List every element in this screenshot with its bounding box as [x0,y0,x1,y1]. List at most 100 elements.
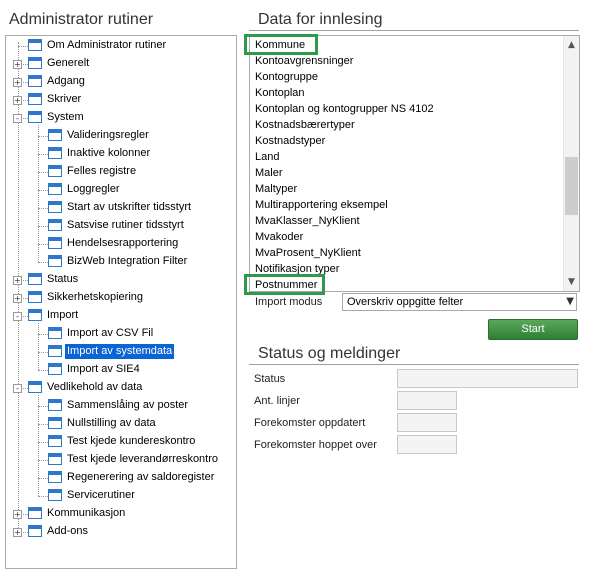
data-list-item[interactable]: Kostnadsbærertyper [255,117,355,133]
tree-item-inaktive-kolonner[interactable]: Inaktive kolonner [6,145,236,163]
window-icon [48,237,62,249]
tree-item-loggregler[interactable]: Loggregler [6,181,236,199]
tree-item-adgang[interactable]: + Adgang [6,73,236,91]
expand-icon[interactable]: + [13,510,22,519]
scroll-up-arrow-icon[interactable]: ▲ [564,38,579,52]
tree-item-import-av-sie4[interactable]: Import av SIE4 [6,361,236,379]
tree-item-label: Status [47,273,79,285]
scroll-down-arrow-icon[interactable]: ▼ [564,275,579,289]
data-list-item[interactable]: Maltyper [255,181,297,197]
expand-icon[interactable]: + [13,276,22,285]
window-icon [48,219,62,231]
data-list-item[interactable]: Kontogruppe [255,69,318,85]
data-list-item[interactable]: Kontoplan og kontogrupper NS 4102 [255,101,434,117]
list-scrollbar[interactable]: ▲ ▼ [563,36,579,291]
admin-tree[interactable]: Om Administrator rutiner + Generelt + Adgang… [5,35,237,569]
data-list-item[interactable]: MvaProsent_NyKlient [255,245,361,261]
data-list-item[interactable]: Kontoplan [255,85,305,101]
window-icon [28,273,42,285]
collapse-icon[interactable]: - [13,384,22,393]
tree-item-servicerutiner[interactable]: Servicerutiner [6,487,236,505]
expand-icon[interactable]: + [13,96,22,105]
tree-item-kommunikasjon[interactable]: + Kommunikasjon [6,505,236,523]
tree-item-system[interactable]: - System [6,109,236,127]
data-list-item[interactable]: Kontoavgrensninger [255,53,353,69]
tree-item-import[interactable]: - Import [6,307,236,325]
tree-connector-line [38,370,48,371]
scroll-thumb[interactable] [565,157,578,215]
window-icon [28,291,42,303]
tree-item-generelt[interactable]: + Generelt [6,55,236,73]
window-icon [48,417,62,429]
expand-icon[interactable]: + [13,78,22,87]
data-list-item[interactable]: Mvakoder [255,229,303,245]
tree-item-skriver[interactable]: + Skriver [6,91,236,109]
window-icon [48,489,62,501]
tree-item-sammenslåing-av-poster[interactable]: Sammenslåing av poster [6,397,236,415]
window-icon [48,147,62,159]
collapse-icon[interactable]: - [13,312,22,321]
tree-item-status[interactable]: + Status [6,271,236,289]
tree-item-import-av-systemdata[interactable]: Import av systemdata [6,343,236,361]
window-icon [48,129,62,141]
tree-connector-line [38,424,48,425]
tree-item-satsvise-rutiner-tidsstyrt[interactable]: Satsvise rutiner tidsstyrt [6,217,236,235]
skipped-label: Forekomster hoppet over [254,439,377,451]
tree-item-vedlikehold-av-data[interactable]: - Vedlikehold av data [6,379,236,397]
tree-item-label: Test kjede leverandørreskontro [67,453,219,465]
data-panel-title-rule [249,30,579,31]
expand-icon[interactable]: + [13,60,22,69]
tree-item-label: Sammenslåing av poster [67,399,189,411]
data-import-list[interactable]: Kommune Kontoavgrensninger Kontogruppe Kont… [249,35,580,292]
window-icon [28,309,42,321]
tree-item-bizweb-integration-filter[interactable]: BizWeb Integration Filter [6,253,236,271]
expand-icon[interactable]: + [13,294,22,303]
tree-connector-line [18,46,28,47]
collapse-icon[interactable]: - [13,114,22,123]
tree-item-regenerering-av-saldoregister[interactable]: Regenerering av saldoregister [6,469,236,487]
expand-icon[interactable]: + [13,528,22,537]
tree-item-test-kjede-kundereskontro[interactable]: Test kjede kundereskontro [6,433,236,451]
tree-connector-line [38,442,48,443]
postnummer-highlight-box [244,274,325,295]
tree-item-felles-registre[interactable]: Felles registre [6,163,236,181]
tree-connector-line [38,352,48,353]
tree-item-sikkerhetskopiering[interactable]: + Sikkerhetskopiering [6,289,236,307]
import-mode-select[interactable]: Overskriv oppgitte felter ▼ [342,293,577,311]
window-icon [48,453,62,465]
updated-label: Forekomster oppdatert [254,417,366,429]
data-list-item[interactable]: Land [255,149,279,165]
tree-connector-line [38,208,48,209]
import-mode-label: Import modus [255,296,323,308]
window-icon [28,93,42,105]
window-icon [28,111,42,123]
data-list-item[interactable]: MvaKlasser_NyKlient [255,213,360,229]
admin-panel-title: Administrator rutiner [9,11,154,28]
tree-item-test-kjede-leverandørreskontro[interactable]: Test kjede leverandørreskontro [6,451,236,469]
window-icon [48,471,62,483]
tree-item-nullstilling-av-data[interactable]: Nullstilling av data [6,415,236,433]
tree-connector-line [38,244,48,245]
status-label: Status [254,373,286,385]
data-list-item[interactable]: Maler [255,165,283,181]
window-icon [48,435,62,447]
data-list-item[interactable]: Multirapportering eksempel [255,197,388,213]
tree-item-om-administrator-rutiner[interactable]: Om Administrator rutiner [6,37,236,55]
tree-item-hendelsesrapportering[interactable]: Hendelsesrapportering [6,235,236,253]
window-icon [28,381,42,393]
tree-item-add-ons[interactable]: + Add-ons [6,523,236,541]
tree-item-label: Satsvise rutiner tidsstyrt [67,219,184,231]
data-list-item[interactable]: Kostnadstyper [255,133,325,149]
window-icon [48,183,62,195]
tree-connector-line [38,262,48,263]
start-button[interactable]: Start [488,319,578,340]
window-icon [48,363,62,375]
tree-item-start-av-utskrifter-tidsstyrt[interactable]: Start av utskrifter tidsstyrt [6,199,236,217]
tree-item-import-av-csv-fil[interactable]: Import av CSV Fil [6,325,236,343]
status-panel-title-rule [249,364,579,365]
tree-connector-line [38,496,48,497]
chevron-down-icon: ▼ [566,296,574,307]
window-icon [28,57,42,69]
tree-item-valideringsregler[interactable]: Valideringsregler [6,127,236,145]
window-icon [48,165,62,177]
